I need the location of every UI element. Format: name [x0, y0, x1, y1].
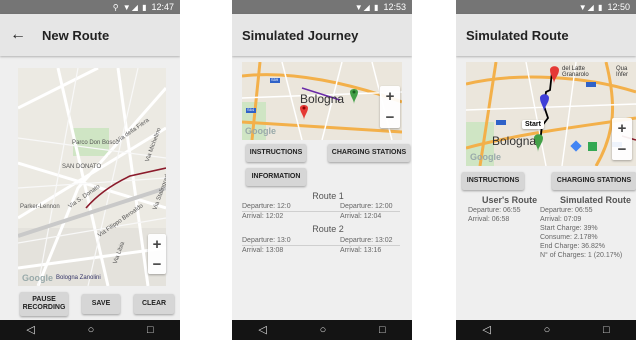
clear-button[interactable]: CLEAR [134, 294, 174, 314]
pause-recording-button[interactable]: PAUSE RECORDING [20, 292, 68, 316]
arrow-back-icon[interactable]: ← [10, 26, 26, 44]
route-departure: Departure: 12:00 [340, 203, 393, 210]
city-label: Bologna [300, 92, 345, 106]
route-heading: Route 1 [312, 191, 344, 201]
route-arrival: Arrival: 12:04 [340, 213, 382, 220]
user-route-heading: User's Route [482, 195, 538, 205]
road-label: S59 [271, 77, 279, 82]
google-logo: Google [470, 152, 501, 162]
nav-home-icon[interactable]: ○ [544, 324, 551, 336]
zoom-out-button[interactable]: − [618, 142, 627, 157]
app-bar: Simulated Route [456, 14, 636, 56]
journey-map[interactable]: S59 S64 Bologna Google + − [242, 62, 402, 140]
charging-stations-button[interactable]: CHARGING STATIONS [552, 172, 636, 190]
map-label: Parker-Lennon [20, 204, 60, 210]
road-label: S64 [247, 107, 255, 112]
map-label: Qua Infer [616, 66, 629, 78]
user-route-departure: Departure: 06:55 [468, 207, 521, 214]
map-label: SAN DONATO [62, 164, 102, 170]
google-logo: Google [22, 273, 53, 283]
map-label: del Latte Granarolo [562, 66, 589, 78]
google-logo: Google [245, 126, 276, 136]
app-bar: Simulated Journey [232, 14, 412, 56]
page-title: New Route [42, 27, 110, 43]
status-bar: ▼◢ ▮ 12:50 [456, 0, 636, 14]
map-label: Bologna Zanolini [56, 275, 101, 281]
zoom-control: + − [380, 86, 400, 128]
screen-new-route: ⚲ ▼◢ ▮ 12:47 ← New Route Parco Don Bosco… [0, 0, 180, 340]
status-time: 12:47 [151, 2, 174, 12]
instructions-button[interactable]: INSTRUCTIONS [246, 144, 306, 162]
status-bar: ▼◢ ▮ 12:53 [232, 0, 412, 14]
page-title: Simulated Journey [242, 27, 359, 43]
route-departure: Departure: 12:0 [242, 203, 291, 210]
user-route-arrival: Arrival: 06:58 [468, 216, 510, 223]
status-icons: ▼◢ ▮ [354, 2, 380, 12]
nav-recents-icon[interactable]: □ [147, 324, 154, 336]
status-time: 12:53 [383, 2, 406, 12]
city-label: Bologna [492, 134, 537, 148]
start-charge: Start Charge: 39% [540, 225, 598, 232]
consume: Consume: 2.178% [540, 234, 598, 241]
zoom-control: + − [612, 118, 632, 160]
map-roads [18, 68, 166, 286]
charging-stations-button[interactable]: CHARGING STATIONS [328, 144, 410, 162]
information-button[interactable]: INFORMATION [246, 168, 306, 186]
map-label: Parco Don Bosco [72, 140, 119, 146]
system-nav-bar: ◁ ○ □ [232, 320, 412, 340]
status-time: 12:50 [607, 2, 630, 12]
save-button[interactable]: SAVE [82, 294, 120, 314]
nav-back-icon[interactable]: ◁ [258, 324, 266, 336]
nav-home-icon[interactable]: ○ [320, 324, 327, 336]
page-title: Simulated Route [466, 27, 569, 43]
number-of-charges: N° of Charges: 1 (20.17%) [540, 252, 623, 259]
route-arrival: Arrival: 12:02 [242, 213, 284, 220]
end-charge: End Charge: 36.82% [540, 243, 605, 250]
divider [242, 211, 400, 212]
zoom-in-button[interactable]: + [153, 237, 162, 252]
route-departure: Departure: 13:02 [340, 237, 393, 244]
instructions-button[interactable]: INSTRUCTIONS [462, 172, 524, 190]
screen-simulated-journey: ▼◢ ▮ 12:53 Simulated Journey S59 S64 Bol… [232, 0, 412, 340]
status-icons: ▼◢ ▮ [578, 2, 604, 12]
simulated-route-arrival: Arrival: 07:09 [540, 216, 582, 223]
nav-back-icon[interactable]: ◁ [482, 324, 490, 336]
system-nav-bar: ◁ ○ □ [0, 320, 180, 340]
route-map[interactable]: Parco Don Bosco SAN DONATO Parker-Lennon… [18, 68, 166, 286]
route-heading: Route 2 [312, 224, 344, 234]
app-bar: ← New Route [0, 14, 180, 56]
route-map[interactable]: del Latte Granarolo Qua Infer Start Bolo… [466, 62, 636, 166]
simulated-route-heading: Simulated Route [560, 195, 632, 205]
zoom-in-button[interactable]: + [618, 121, 627, 136]
status-icons: ⚲ ▼◢ ▮ [112, 2, 148, 12]
route-departure: Departure: 13:0 [242, 237, 291, 244]
simulated-route-departure: Departure: 06:55 [540, 207, 593, 214]
route-arrival: Arrival: 13:16 [340, 247, 382, 254]
screen-simulated-route: ▼◢ ▮ 12:50 Simulated Route del Latte Gra… [456, 0, 636, 340]
nav-back-icon[interactable]: ◁ [26, 324, 34, 336]
system-nav-bar: ◁ ○ □ [456, 320, 636, 340]
divider [242, 245, 400, 246]
zoom-out-button[interactable]: − [153, 257, 162, 272]
zoom-control: + − [148, 234, 166, 274]
route-arrival: Arrival: 13:08 [242, 247, 284, 254]
map-roads [466, 62, 636, 166]
nav-home-icon[interactable]: ○ [88, 324, 95, 336]
status-bar: ⚲ ▼◢ ▮ 12:47 [0, 0, 180, 14]
start-label: Start [522, 120, 544, 129]
zoom-out-button[interactable]: − [386, 110, 395, 125]
nav-recents-icon[interactable]: □ [603, 324, 610, 336]
zoom-in-button[interactable]: + [386, 89, 395, 104]
nav-recents-icon[interactable]: □ [379, 324, 386, 336]
